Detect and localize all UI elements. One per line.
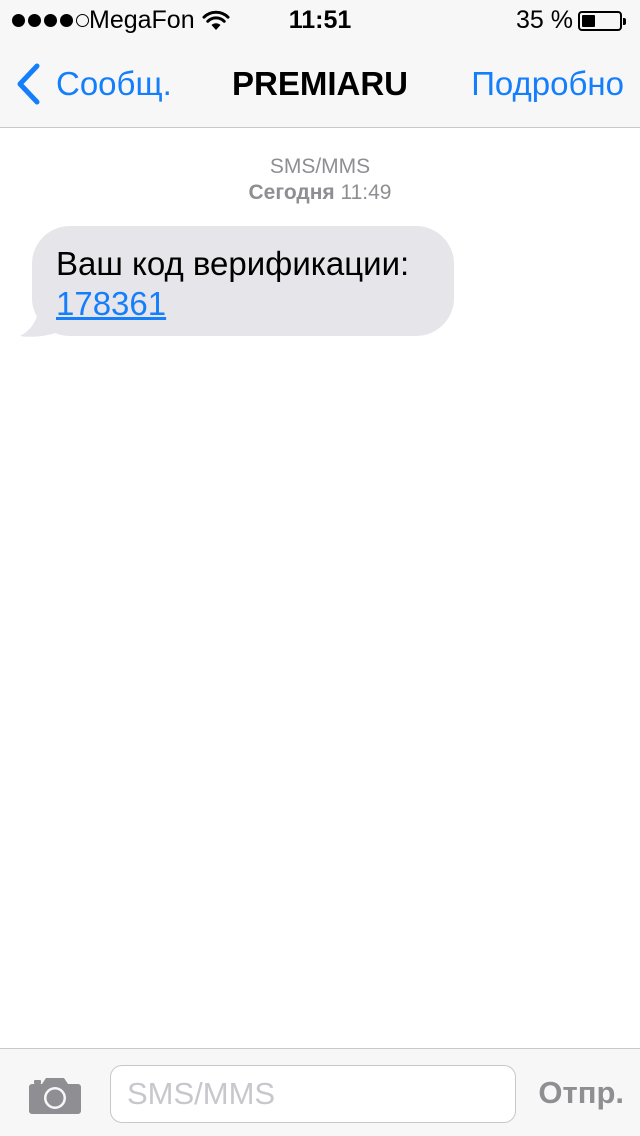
message-time: 11:49 (340, 181, 392, 204)
battery-icon (578, 11, 626, 31)
message-meta: SMS/MMS Сегодня 11:49 (0, 154, 640, 206)
send-button[interactable]: Отпр. (538, 1073, 624, 1113)
message-day: Сегодня (248, 181, 335, 204)
messages-screen: MegaFon 11:51 35 % Сообщ. PREMIARU Подро… (0, 0, 640, 1136)
message-input-bar: Отпр. (0, 1048, 640, 1136)
message-input[interactable] (110, 1065, 516, 1123)
incoming-message-bubble[interactable]: Ваш код верификации: 178361 (32, 226, 454, 336)
message-timestamp: Сегодня 11:49 (0, 180, 640, 206)
battery-level (582, 15, 595, 27)
status-bar: MegaFon 11:51 35 % (0, 0, 640, 40)
navigation-bar: Сообщ. PREMIARU Подробно (0, 40, 640, 128)
message-text: Ваш код верификации: (56, 245, 410, 282)
battery-percent: 35 % (516, 6, 573, 34)
verification-code-link[interactable]: 178361 (56, 284, 166, 324)
message-service: SMS/MMS (269, 155, 371, 178)
details-button[interactable]: Подробно (471, 64, 624, 104)
battery-tip (623, 18, 626, 25)
camera-icon[interactable] (28, 1075, 82, 1115)
